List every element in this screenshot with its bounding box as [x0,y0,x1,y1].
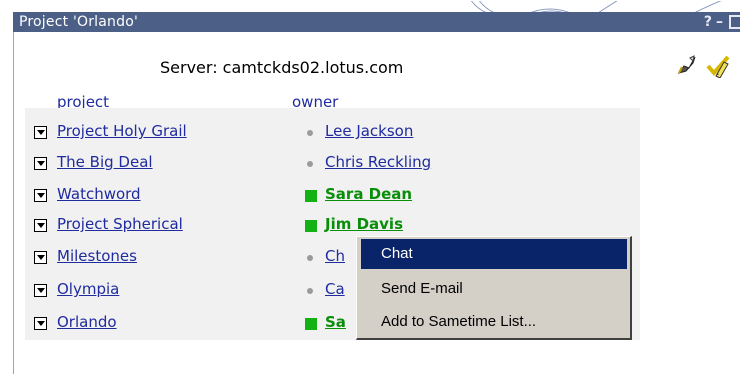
row-menu-dropdown-icon[interactable] [34,219,47,232]
row-menu-dropdown-icon[interactable] [34,189,47,202]
check-pencil-icon[interactable] [706,54,732,82]
project-link[interactable]: Milestones [57,247,137,265]
status-idle-icon [307,130,313,136]
minimize-button[interactable]: – [716,12,723,32]
row-menu-dropdown-icon[interactable] [34,317,47,330]
project-link[interactable]: The Big Deal [57,153,153,171]
project-link[interactable]: Olympia [57,280,119,298]
menu-item-send-email[interactable]: Send E-mail [361,274,627,304]
maximize-icon[interactable] [729,15,740,29]
project-link[interactable]: Watchword [57,185,141,203]
owner-context-menu: Chat Send E-mail Add to Sametime List... [356,236,632,340]
owner-link[interactable]: Sa [325,313,346,331]
project-link[interactable]: Orlando [57,313,117,331]
status-online-icon [305,220,317,232]
status-online-icon [305,318,317,330]
header-toolbar [676,54,732,82]
status-idle-icon [307,255,313,261]
menu-item-add-to-sametime-list[interactable]: Add to Sametime List... [361,307,627,337]
rocket-icon[interactable] [676,54,698,82]
table-row: Project Holy Grail Lee Jackson [25,119,640,145]
owner-link[interactable]: Jim Davis [325,215,403,233]
menu-item-chat[interactable]: Chat [361,239,627,269]
row-menu-dropdown-icon[interactable] [34,126,47,139]
table-row: Watchword Sara Dean [25,182,640,208]
panel-left-border [13,32,14,374]
help-button[interactable]: ? [704,12,712,32]
status-online-icon [305,190,317,202]
status-idle-icon [307,288,313,294]
server-label: Server: camtckds02.lotus.com [160,58,404,77]
row-menu-dropdown-icon[interactable] [34,251,47,264]
window-title-bar[interactable]: Project 'Orlando' ? – [13,12,740,32]
window-title: Project 'Orlando' [19,14,139,30]
window-controls: ? – [700,12,740,32]
project-link[interactable]: Project Holy Grail [57,122,187,140]
row-menu-dropdown-icon[interactable] [34,284,47,297]
owner-link[interactable]: Sara Dean [325,185,412,203]
row-menu-dropdown-icon[interactable] [34,157,47,170]
owner-link[interactable]: Chris Reckling [325,153,431,171]
table-row: The Big Deal Chris Reckling [25,150,640,176]
owner-link[interactable]: Lee Jackson [325,122,413,140]
project-link[interactable]: Project Spherical [57,215,183,233]
owner-link[interactable]: Ch [325,247,345,265]
table-row: Project Spherical Jim Davis [25,212,640,238]
status-idle-icon [307,161,313,167]
owner-link[interactable]: Ca [325,280,345,298]
